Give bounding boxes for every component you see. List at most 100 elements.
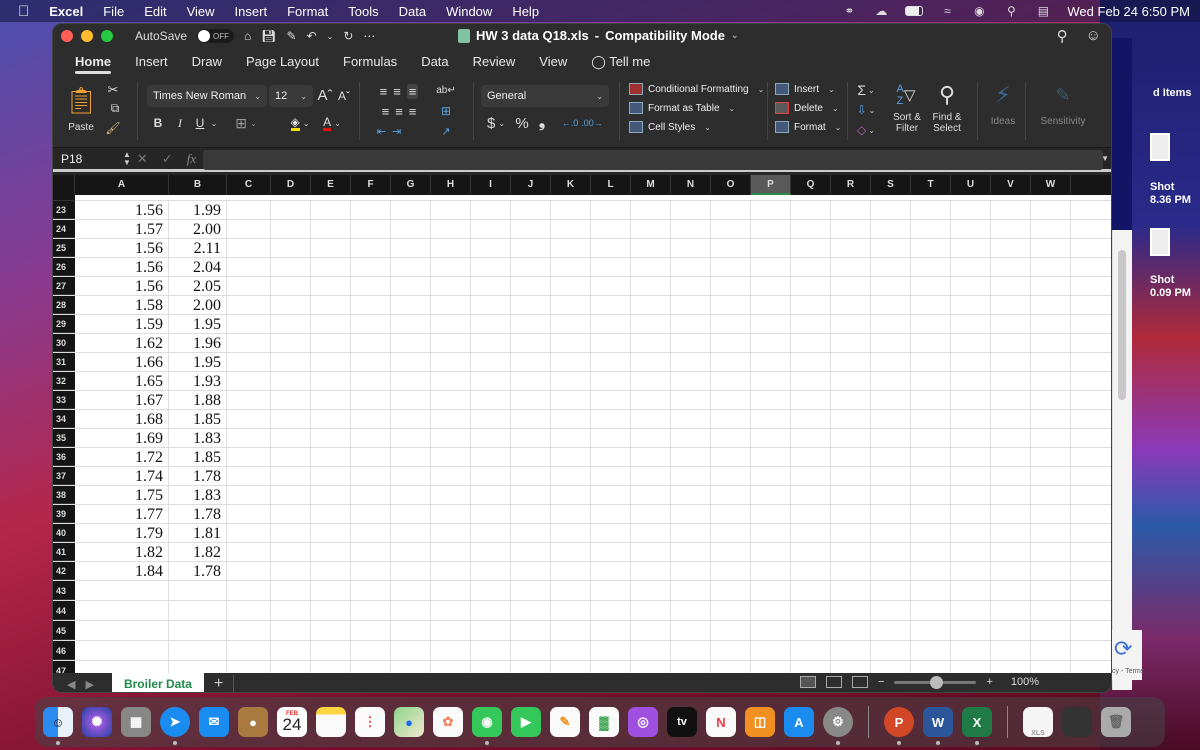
cell-p35[interactable] — [751, 429, 791, 447]
align-right-icon[interactable]: ≡ — [409, 104, 417, 119]
cell-s40[interactable] — [871, 524, 911, 542]
row-header[interactable]: 34 — [53, 410, 75, 428]
cell-a41[interactable]: 1.82 — [75, 543, 169, 561]
fill-icon[interactable]: ⇩ ⌄ — [853, 101, 879, 119]
cell-o47[interactable] — [711, 661, 751, 673]
cell-q37[interactable] — [791, 467, 831, 485]
cell-l33[interactable] — [591, 391, 631, 409]
cell-t33[interactable] — [911, 391, 951, 409]
cell-w35[interactable] — [1031, 429, 1071, 447]
cell-t37[interactable] — [911, 467, 951, 485]
cell-w42[interactable] — [1031, 562, 1071, 580]
cell-d35[interactable] — [271, 429, 311, 447]
user-account-icon[interactable]: ◉ — [971, 5, 987, 17]
cell-m37[interactable] — [631, 467, 671, 485]
cell-j47[interactable] — [511, 661, 551, 673]
menubar-clock[interactable]: Wed Feb 24 6:50 PM — [1067, 4, 1190, 19]
cell-j24[interactable] — [511, 220, 551, 238]
cell-v42[interactable] — [991, 562, 1031, 580]
tab-draw[interactable]: Draw — [180, 48, 234, 76]
cell-v25[interactable] — [991, 239, 1031, 257]
row-header[interactable]: 33 — [53, 391, 75, 409]
underline-dropdown-icon[interactable]: ⌄ — [209, 113, 219, 133]
cell-e41[interactable] — [311, 543, 351, 561]
format-painter-icon[interactable]: 🖌︎ — [105, 120, 121, 136]
cell-c26[interactable] — [227, 258, 271, 276]
cell-d34[interactable] — [271, 410, 311, 428]
cell-e28[interactable] — [311, 296, 351, 314]
cell-m39[interactable] — [631, 505, 671, 523]
row-header[interactable]: 44 — [53, 601, 75, 620]
cell-f39[interactable] — [351, 505, 391, 523]
cell-m28[interactable] — [631, 296, 671, 314]
cell-j35[interactable] — [511, 429, 551, 447]
cell-p25[interactable] — [751, 239, 791, 257]
cell-h24[interactable] — [431, 220, 471, 238]
borders-icon[interactable]: ⊞ ⌄ — [231, 113, 261, 133]
row-header[interactable]: 29 — [53, 315, 75, 333]
cell-t31[interactable] — [911, 353, 951, 371]
cell-a37[interactable]: 1.74 — [75, 467, 169, 485]
cell-b39[interactable]: 1.78 — [169, 505, 227, 523]
cell-h39[interactable] — [431, 505, 471, 523]
cell-q34[interactable] — [791, 410, 831, 428]
cell-s43[interactable] — [871, 581, 911, 600]
cell-r40[interactable] — [831, 524, 871, 542]
row-header[interactable]: 23 — [53, 201, 75, 219]
cell-l41[interactable] — [591, 543, 631, 561]
cell-u40[interactable] — [951, 524, 991, 542]
align-middle-icon[interactable]: ≡ — [393, 84, 401, 99]
minimize-window-button[interactable] — [81, 30, 93, 42]
cell-c30[interactable] — [227, 334, 271, 352]
cell-r23[interactable] — [831, 201, 871, 219]
page-break-view-icon[interactable] — [852, 676, 868, 688]
scrollbar-thumb[interactable] — [1118, 250, 1126, 400]
cell-k37[interactable] — [551, 467, 591, 485]
cell-n27[interactable] — [671, 277, 711, 295]
cell-b27[interactable]: 2.05 — [169, 277, 227, 295]
sort-filter-icon[interactable]: A Z ▽ — [887, 81, 925, 109]
cell-k33[interactable] — [551, 391, 591, 409]
cell-a26[interactable]: 1.56 — [75, 258, 169, 276]
cell-v39[interactable] — [991, 505, 1031, 523]
cell-e35[interactable] — [311, 429, 351, 447]
cell-g26[interactable] — [391, 258, 431, 276]
column-header-o[interactable]: O — [711, 175, 751, 195]
cell-t36[interactable] — [911, 448, 951, 466]
cell-d26[interactable] — [271, 258, 311, 276]
cell-s38[interactable] — [871, 486, 911, 504]
cell-b30[interactable]: 1.96 — [169, 334, 227, 352]
cell-f46[interactable] — [351, 641, 391, 660]
cell-e47[interactable] — [311, 661, 351, 673]
cell-j44[interactable] — [511, 601, 551, 620]
dock-screenshot[interactable] — [1062, 707, 1092, 737]
cell-v27[interactable] — [991, 277, 1031, 295]
delete-cells-button[interactable]: Delete ⌄ — [775, 102, 839, 114]
cell-t47[interactable] — [911, 661, 951, 673]
cell-s34[interactable] — [871, 410, 911, 428]
column-header-k[interactable]: K — [551, 175, 591, 195]
cell-g32[interactable] — [391, 372, 431, 390]
cell-o46[interactable] — [711, 641, 751, 660]
cell-r25[interactable] — [831, 239, 871, 257]
cell-k32[interactable] — [551, 372, 591, 390]
cell-t39[interactable] — [911, 505, 951, 523]
cell-j33[interactable] — [511, 391, 551, 409]
cell-t24[interactable] — [911, 220, 951, 238]
cell-u44[interactable] — [951, 601, 991, 620]
cell-v24[interactable] — [991, 220, 1031, 238]
cell-e27[interactable] — [311, 277, 351, 295]
insert-function-icon[interactable]: fx — [187, 151, 196, 167]
increase-indent-icon[interactable]: ⇥ — [392, 125, 401, 138]
tab-view[interactable]: View — [527, 48, 579, 76]
cell-d44[interactable] — [271, 601, 311, 620]
cell-n42[interactable] — [671, 562, 711, 580]
cell-e42[interactable] — [311, 562, 351, 580]
currency-button[interactable]: $ ⌄ — [483, 112, 509, 134]
cell-j40[interactable] — [511, 524, 551, 542]
cell-f35[interactable] — [351, 429, 391, 447]
cell-d39[interactable] — [271, 505, 311, 523]
cell-t28[interactable] — [911, 296, 951, 314]
cell-k43[interactable] — [551, 581, 591, 600]
row-header[interactable]: 47 — [53, 661, 75, 673]
